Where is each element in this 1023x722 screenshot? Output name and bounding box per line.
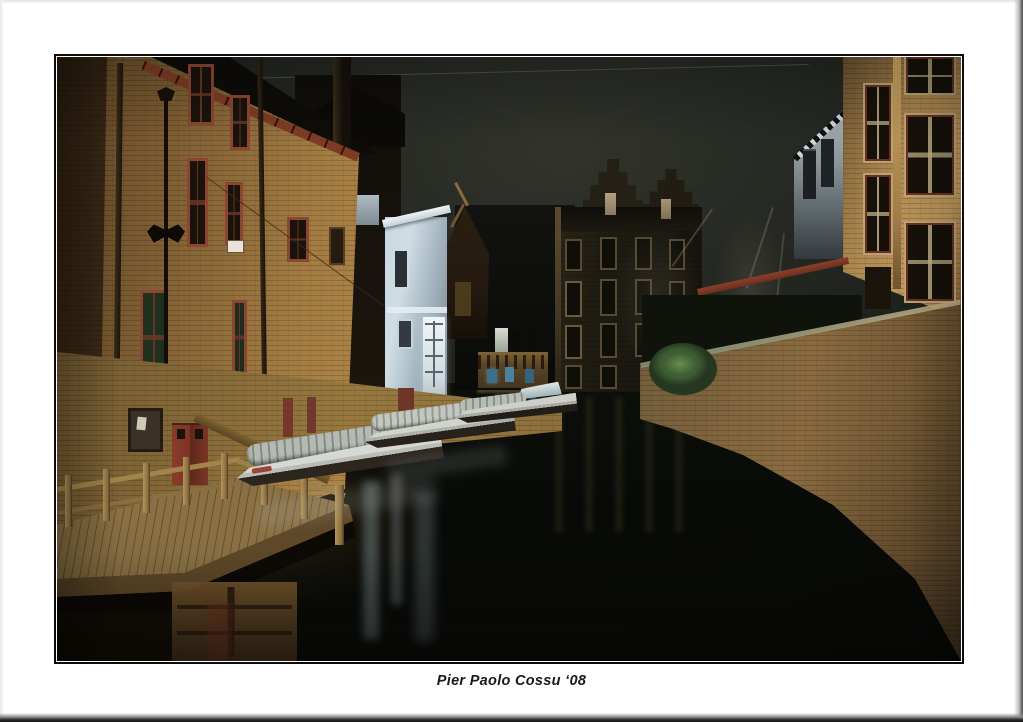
page-edge-right [1014, 0, 1023, 722]
building-lit-corner [555, 207, 561, 392]
lit-window-blue [525, 369, 534, 383]
notice-paper [136, 417, 146, 431]
window [565, 281, 582, 317]
bush-highlights [657, 349, 703, 379]
framed-print-page: { "caption": { "text": "Pier Paolo Cossu… [0, 0, 1023, 722]
window [906, 223, 954, 301]
white-house-window [393, 249, 409, 289]
dormer-lit-window [661, 199, 671, 219]
window [906, 57, 954, 93]
window [230, 95, 250, 150]
window [865, 175, 891, 253]
door-panes [195, 429, 203, 439]
window [865, 85, 891, 161]
window [565, 239, 582, 271]
page-edge-bottom [0, 713, 1023, 722]
window [565, 325, 582, 359]
small-red-door [307, 397, 316, 433]
jetty-post [143, 463, 150, 513]
distant-lit-wall [495, 328, 508, 352]
dormer-lit-window [605, 193, 616, 215]
white-house-band [387, 307, 447, 313]
white-sign [227, 240, 244, 253]
white-house-window [397, 319, 413, 349]
window [188, 64, 214, 125]
page-edge-left [0, 0, 3, 722]
window [232, 300, 247, 375]
brick-pier [893, 57, 901, 289]
door-panes [425, 321, 443, 387]
jetty-post [65, 475, 72, 527]
window [287, 217, 309, 262]
photo-bruges-canal-night [57, 57, 961, 661]
window [865, 267, 891, 309]
red-door-reflection [207, 602, 233, 661]
lit-window-blue [487, 369, 497, 383]
photo-caption: Pier Paolo Cossu ‘08 [0, 673, 1023, 689]
tower-window [821, 139, 834, 187]
jetty-post [221, 453, 228, 499]
tower-window [803, 149, 816, 199]
notice-board [128, 408, 163, 452]
photo-frame [54, 54, 964, 664]
lit-window-blue [505, 367, 514, 382]
white-house-reflection [415, 493, 434, 641]
reflection-mullions [177, 587, 292, 657]
jetty-post [183, 457, 190, 505]
door-panes [177, 429, 185, 439]
small-red-door [283, 398, 293, 437]
window [187, 158, 208, 247]
window-shuttered [329, 227, 345, 265]
jetty-post [103, 469, 110, 521]
window [906, 115, 954, 195]
page-edge-top [0, 0, 1023, 3]
timber-window [455, 282, 471, 316]
